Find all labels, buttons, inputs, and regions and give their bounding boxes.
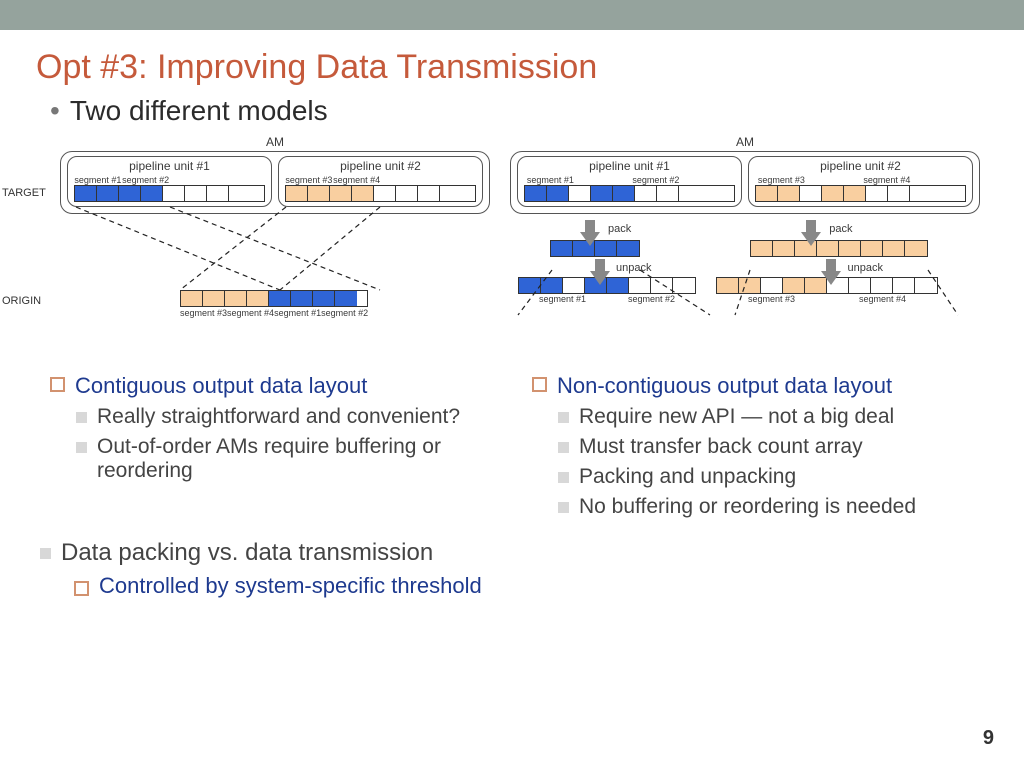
left-column: Contiguous output data layout Really str… — [40, 363, 512, 525]
slide-title: Opt #3: Improving Data Transmission — [36, 48, 1024, 87]
seg-labels-top1: segment #1segment #2 — [74, 175, 265, 185]
bullet-icon: • — [50, 97, 60, 125]
seg-labels-r2: segment #3segment #4 — [755, 175, 966, 185]
right-diagram: AM pipeline unit #1 segment #1segment #2… — [510, 135, 980, 355]
arrow-down-icon — [590, 271, 610, 285]
pipeline-unit-2-r: pipeline unit #2 segment #3segment #4 — [748, 156, 973, 207]
square-bullet-icon — [74, 581, 89, 596]
segrow-top2 — [285, 185, 476, 202]
segrow-r1 — [524, 185, 735, 202]
unpack-row: unpack unpack — [590, 261, 980, 275]
subtitle: Two different models — [70, 95, 328, 127]
label-origin: ORIGIN — [2, 295, 41, 307]
square-bullet-icon — [558, 502, 569, 513]
square-bullet-icon — [558, 472, 569, 483]
right-b3: Packing and unpacking — [558, 465, 994, 489]
bottom-labels: segment #1segment #2 segment #3segment #… — [518, 294, 980, 304]
right-column: Non-contiguous output data layout Requir… — [522, 363, 994, 525]
top-bar — [0, 0, 1024, 30]
seg-labels-top2: segment #3segment #4 — [285, 175, 476, 185]
right-b1: Require new API — not a big deal — [558, 405, 994, 429]
am-box: pipeline unit #1 segment #1segment #2 pi… — [60, 151, 490, 214]
arrow-down-icon — [821, 271, 841, 285]
pipe1-title-r: pipeline unit #1 — [524, 159, 735, 173]
left-b1: Really straightforward and convenient? — [76, 405, 512, 429]
pipeline-unit-1: pipeline unit #1 segment #1segment #2 — [67, 156, 272, 207]
diagram-area: TARGET ORIGIN AM pipeline unit #1 segmen… — [60, 135, 988, 355]
square-bullet-icon — [558, 412, 569, 423]
pipeline-unit-2: pipeline unit #2 segment #3segment #4 — [278, 156, 483, 207]
square-bullet-icon — [76, 442, 87, 453]
label-target: TARGET — [2, 187, 46, 199]
origin-bar: segment #3segment #4segment #1segment #2 — [180, 290, 368, 318]
segrow-r2 — [755, 185, 966, 202]
pack-label-1: pack — [608, 223, 631, 235]
pipe2-title: pipeline unit #2 — [285, 159, 476, 173]
square-bullet-icon — [532, 377, 547, 392]
right-heading: Non-contiguous output data layout — [532, 373, 994, 399]
segrow-top1 — [74, 185, 265, 202]
packed-bars — [550, 240, 980, 257]
pipe1-title: pipeline unit #1 — [74, 159, 265, 173]
page-number: 9 — [983, 727, 994, 750]
subtitle-row: • Two different models — [50, 95, 1024, 127]
left-heading: Contiguous output data layout — [50, 373, 512, 399]
left-b2: Out-of-order AMs require buffering or re… — [76, 435, 512, 483]
unpack-label-1: unpack — [616, 262, 651, 274]
seg-labels-r1: segment #1segment #2 — [524, 175, 735, 185]
text-columns: Contiguous output data layout Really str… — [40, 363, 994, 525]
right-b2: Must transfer back count array — [558, 435, 994, 459]
arrow-down-icon — [580, 232, 600, 246]
pipe2-title-r: pipeline unit #2 — [755, 159, 966, 173]
arrow-down-icon — [801, 232, 821, 246]
pack-row: pack pack — [580, 222, 980, 236]
label-am-r: AM — [510, 135, 980, 149]
square-bullet-icon — [50, 377, 65, 392]
left-diagram: TARGET ORIGIN AM pipeline unit #1 segmen… — [60, 135, 490, 355]
am-box-r: pipeline unit #1 segment #1segment #2 pi… — [510, 151, 980, 214]
square-bullet-icon — [40, 548, 51, 559]
square-bullet-icon — [558, 442, 569, 453]
square-bullet-icon — [76, 412, 87, 423]
footer-l2: Controlled by system-specific threshold — [74, 573, 1024, 599]
bottom-bars — [518, 277, 980, 294]
unpack-label-2: unpack — [847, 262, 882, 274]
pipeline-unit-1-r: pipeline unit #1 segment #1segment #2 — [517, 156, 742, 207]
origin-labels: segment #3segment #4segment #1segment #2 — [180, 308, 368, 318]
footer-l1: Data packing vs. data transmission — [40, 539, 1024, 567]
pack-label-2: pack — [829, 223, 852, 235]
label-am: AM — [60, 135, 490, 149]
footer-block: Data packing vs. data transmission Contr… — [40, 539, 1024, 599]
right-b4: No buffering or reordering is needed — [558, 495, 994, 519]
